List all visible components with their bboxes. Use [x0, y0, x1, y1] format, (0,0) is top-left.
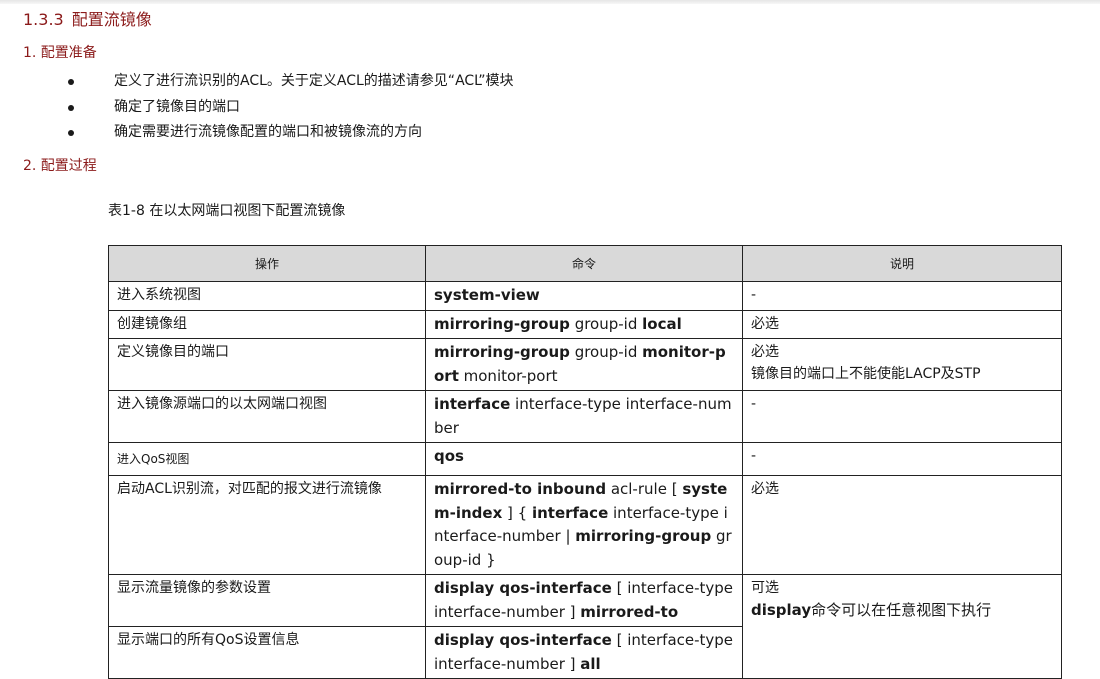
command-text: 必选	[751, 315, 779, 332]
operation-cell: 创建镜像组	[108, 309, 426, 339]
command-keyword: display qos-interface	[434, 631, 612, 649]
bullet-icon	[68, 130, 74, 136]
command-cell: mirrored-to inbound acl-rule [ system-in…	[425, 475, 743, 575]
command-cell: mirroring-group group-id monitor-port mo…	[425, 338, 743, 391]
table-caption: 表1-8 在以太网端口视图下配置流镜像	[108, 203, 346, 219]
command-text: -	[751, 396, 757, 412]
column-header-command: 命令	[425, 245, 743, 282]
operation-cell: 进入镜像源端口的以太网端口视图	[108, 390, 426, 443]
description-line: -	[751, 445, 1053, 467]
table-row: 进入镜像源端口的以太网端口视图 interface interface-type …	[108, 390, 1062, 443]
operation-cell: 定义镜像目的端口	[108, 338, 426, 391]
command-text: -	[751, 448, 757, 464]
command-keyword: mirroring-group	[434, 314, 570, 333]
column-header-description: 说明	[742, 245, 1062, 282]
command-text: 必选	[751, 481, 779, 497]
table-header-row: 操作 命令 说明	[108, 245, 1062, 282]
command-cell: display qos-interface [ interface-type i…	[425, 574, 743, 627]
table-row: 创建镜像组 mirroring-group group-id local 必选	[108, 309, 1062, 339]
command-text: 命令可以在任意视图下执行	[811, 601, 992, 619]
command-keyword: all	[580, 654, 601, 673]
prep-heading: 1. 配置准备	[23, 45, 97, 61]
command-text: 可选	[751, 580, 779, 596]
command-text: 镜像目的端口上不能使能LACP及STP	[751, 366, 981, 382]
description-cell: -	[742, 281, 1062, 311]
table-row: 启动ACL识别流，对匹配的报文进行流镜像 mirrored-to inbound …	[108, 475, 1062, 575]
command-cell: interface interface-type interface-numbe…	[425, 390, 743, 443]
description-line: 可选	[751, 577, 1053, 599]
list-item-text: 确定需要进行流镜像配置的端口和被镜像流的方向	[114, 124, 422, 140]
description-line: 镜像目的端口上不能使能LACP及STP	[751, 363, 1053, 385]
table-row: 显示流量镜像的参数设置 display qos-interface [ inter…	[108, 574, 1062, 679]
command-keyword: mirroring-group	[575, 527, 712, 545]
table-row: 定义镜像目的端口 mirroring-group group-id monitor…	[108, 338, 1062, 391]
command-text: group-id	[569, 343, 643, 361]
description-line: 必选	[751, 478, 1053, 500]
description-cell: 必选	[742, 309, 1062, 339]
description-line: -	[751, 393, 1053, 415]
command-keyword: qos	[434, 447, 464, 465]
operation-cell: 显示流量镜像的参数设置	[108, 574, 426, 627]
command-cell: display qos-interface [ interface-type i…	[425, 626, 743, 679]
command-text: -	[751, 287, 757, 303]
command-keyword: interface	[531, 503, 609, 522]
description-cell: 可选 display命令可以在任意视图下执行	[742, 574, 1062, 679]
command-text: 必选	[751, 344, 779, 360]
operation-cell: 启动ACL识别流，对匹配的报文进行流镜像	[108, 475, 426, 575]
description-cell: 必选镜像目的端口上不能使能LACP及STP	[742, 338, 1062, 391]
table-body: 进入系统视图 system-view - 创建镜像组 mirroring-group g…	[108, 281, 1062, 679]
command-keyword: mirroring-group	[434, 343, 570, 361]
command-keyword: display qos-interface	[434, 579, 612, 597]
process-heading: 2. 配置过程	[23, 158, 97, 174]
section-title-text: 配置流镜像	[71, 10, 152, 29]
command-keyword: system-view	[434, 286, 540, 304]
command-text: acl-rule [	[606, 480, 683, 498]
description-cell: -	[742, 390, 1062, 443]
command-cell: system-view	[425, 281, 743, 311]
top-shadow-bar	[0, 0, 1100, 4]
description-line: display命令可以在任意视图下执行	[751, 599, 1053, 621]
operation-cell: 进入系统视图	[108, 281, 426, 311]
column-header-operation: 操作	[108, 245, 426, 282]
command-keyword: interface	[434, 395, 511, 413]
table-row: 进入系统视图 system-view -	[108, 281, 1062, 311]
list-item-text: 确定了镜像目的端口	[114, 98, 240, 115]
bullet-icon	[68, 104, 74, 111]
section-number: 1.3.3	[23, 10, 64, 29]
config-table: 操作 命令 说明 进入系统视图 system-view - 创建镜像组 mirrorin…	[108, 245, 1062, 679]
command-keyword: mirrored-to	[580, 602, 679, 621]
command-keyword: local	[642, 314, 682, 333]
description-line: -	[751, 284, 1053, 306]
description-cell: -	[742, 442, 1062, 476]
bullet-icon	[68, 79, 74, 85]
command-text: ] {	[502, 503, 532, 522]
section-title: 1.3.3 配置流镜像	[23, 6, 152, 30]
operation-cell: 进入QoS视图	[108, 442, 426, 476]
command-keyword: display	[751, 601, 812, 619]
description-cell: 必选	[742, 475, 1062, 575]
description-line: 必选	[751, 313, 1053, 335]
command-text: group-id	[569, 314, 643, 333]
command-keyword: mirrored-to inbound	[434, 480, 607, 498]
command-text: monitor-port	[458, 366, 558, 385]
command-cell: qos	[425, 442, 743, 476]
operation-cell: 显示端口的所有QoS设置信息	[108, 626, 426, 679]
table-row: 进入QoS视图 qos -	[108, 442, 1062, 476]
list-item-text: 定义了进行流识别的ACL。关于定义ACL的描述请参见“ACL”模块	[114, 73, 514, 89]
description-line: 必选	[751, 341, 1053, 363]
command-cell: mirroring-group group-id local	[425, 309, 743, 339]
